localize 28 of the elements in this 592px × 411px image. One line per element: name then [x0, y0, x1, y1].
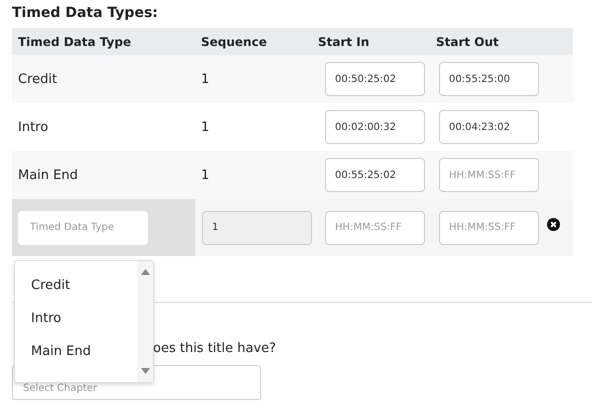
- dropdown-option[interactable]: Intro: [15, 302, 137, 335]
- remove-icon[interactable]: [547, 218, 560, 231]
- question-text: oes this title have?: [153, 341, 278, 356]
- scrollbar[interactable]: [137, 261, 153, 382]
- column-header: Start Out: [436, 34, 499, 48]
- column-header: Sequence: [201, 34, 267, 48]
- column-header: Timed Data Type: [18, 34, 132, 48]
- time-field[interactable]: 00:50:25:02: [325, 62, 425, 96]
- table-cell: 1: [201, 72, 210, 86]
- time-field[interactable]: 00:04:23:02: [439, 110, 539, 144]
- table-cell: Credit: [18, 72, 58, 86]
- table-cell: Main End: [18, 168, 78, 182]
- time-field[interactable]: HH:MM:SS:FF: [439, 158, 539, 192]
- scroll-up-icon[interactable]: [140, 269, 150, 275]
- time-field[interactable]: 00:55:25:00: [439, 62, 539, 96]
- time-field[interactable]: HH:MM:SS:FF: [439, 210, 539, 244]
- time-field[interactable]: 00:02:00:32: [325, 110, 425, 144]
- time-field[interactable]: 00:55:25:02: [325, 158, 425, 192]
- dropdown-option[interactable]: Credit: [15, 269, 137, 302]
- scroll-down-icon[interactable]: [140, 368, 150, 374]
- table-cell: 1: [201, 120, 210, 134]
- table-cell: 1: [201, 168, 210, 182]
- type-field[interactable]: Timed Data Type: [18, 210, 148, 244]
- column-header: Start In: [318, 34, 370, 48]
- dropdown-option[interactable]: Main End: [15, 335, 137, 368]
- section-title: Timed Data Types:: [12, 4, 159, 23]
- time-field[interactable]: HH:MM:SS:FF: [325, 210, 425, 244]
- table-cell: Intro: [18, 120, 48, 134]
